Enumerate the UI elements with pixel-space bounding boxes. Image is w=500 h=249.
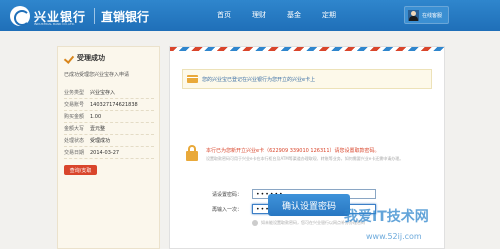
product-name: 直销银行 (101, 9, 150, 24)
detail-value: 2014-03-27 (90, 149, 120, 156)
detail-row: 交易日期 2014-03-27 (64, 147, 154, 159)
nav-fund[interactable]: 基金 (287, 10, 301, 20)
detail-row: 处理状态 受理成功 (64, 135, 154, 147)
detail-value: 1.00 (90, 113, 102, 120)
brand-subtitle: INDUSTRIAL BANK CO.,LTD. (34, 22, 75, 26)
query-withdraw-button[interactable]: 查询/支取 (64, 165, 97, 175)
detail-key: 金额大写 (64, 126, 85, 132)
detail-value: 受理成功 (90, 138, 111, 144)
detail-key: 购买金额 (64, 114, 85, 120)
card-icon (187, 75, 198, 83)
password-label: 请设置密码： (212, 191, 243, 198)
confirm-password-label: 再输入一次： (212, 206, 243, 213)
site-watermark: 我爱IT技术网 www.52ij.com (340, 206, 500, 249)
info-icon (252, 220, 258, 226)
detail-value: 壹元整 (90, 126, 106, 132)
agent-avatar-icon (408, 9, 419, 21)
bank-logo-icon (10, 6, 30, 26)
status-description: 已成功受理您兴业宝存入申请 (64, 72, 130, 78)
main-nav: 首页 理财 基金 定期 (217, 10, 357, 20)
watermark-title: 我爱IT技术网 (344, 209, 429, 225)
detail-row: 金额大写 壹元整 (64, 123, 154, 135)
status-title: 受理成功 (77, 54, 105, 62)
set-password-hint: 本行已为您新开立兴业e卡（622909 339010 126311）请您设置取款… (206, 148, 380, 154)
top-bar: 兴业银行 直销银行 INDUSTRIAL BANK CO.,LTD. 首页 理财… (0, 0, 500, 31)
watermark-url: www.52ij.com (366, 232, 422, 241)
confirm-set-password-button[interactable]: 确认设置密码 (268, 194, 350, 216)
nav-home[interactable]: 首页 (217, 10, 231, 20)
detail-key: 业务类型 (64, 90, 85, 96)
online-service-label: 在线客服 (422, 12, 443, 19)
nav-wealth[interactable]: 理财 (252, 10, 266, 20)
check-icon (64, 54, 74, 63)
result-panel: 受理成功 已成功受理您兴业宝存入申请 业务类型 兴业宝存入 交易账号 14032… (57, 46, 160, 249)
detail-key: 处理状态 (64, 138, 85, 144)
detail-row: 业务类型 兴业宝存入 (64, 87, 154, 99)
detail-key: 交易账号 (64, 102, 85, 108)
detail-row: 购买金额 1.00 (64, 111, 154, 123)
detail-value: 兴业宝存入 (90, 90, 116, 96)
transaction-details: 业务类型 兴业宝存入 交易账号 140327174621838 购买金额 1.0… (64, 87, 154, 159)
card-notice: 您的兴业宝已登记在兴业银行为您开立的兴业e卡上 (182, 69, 432, 89)
nav-deposit[interactable]: 定期 (322, 10, 336, 20)
detail-row: 交易账号 140327174621838 (64, 99, 154, 111)
status-header: 受理成功 (64, 53, 105, 63)
set-password-subhint: 设置取款密码可用于兴业e卡在本行柜台及ATM等渠道办理取现、转账等业务，如何需要… (206, 156, 404, 161)
lock-icon (186, 145, 198, 161)
card-notice-text: 您的兴业宝已登记在兴业银行为您开立的兴业e卡上 (202, 76, 316, 83)
detail-key: 交易日期 (64, 150, 85, 156)
detail-value: 140327174621838 (90, 101, 138, 108)
logo-divider (94, 8, 96, 24)
online-service-button[interactable]: 在线客服 (404, 6, 449, 24)
envelope-stripe (170, 47, 444, 51)
bank-logo[interactable]: 兴业银行 直销银行 (10, 6, 149, 26)
